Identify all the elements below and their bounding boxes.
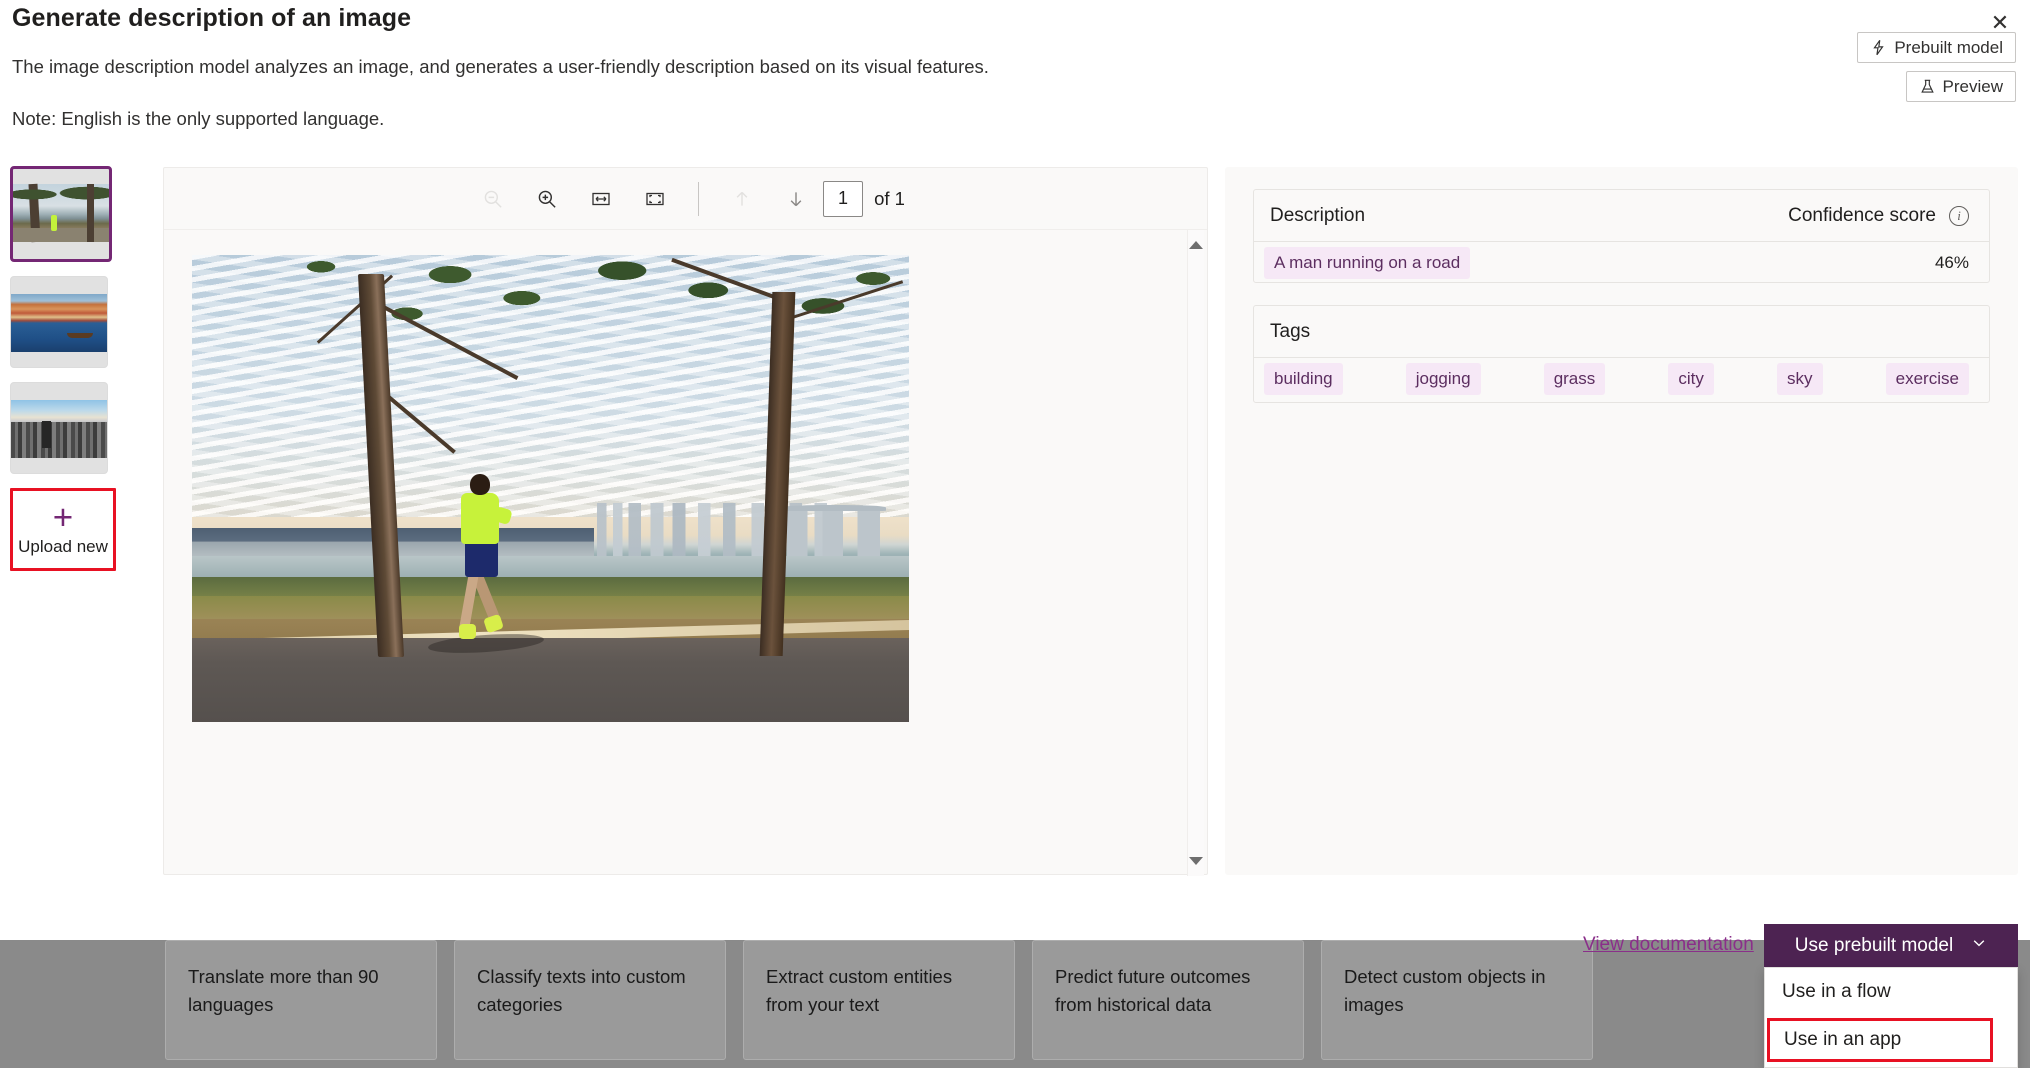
beaker-icon <box>1919 78 1936 95</box>
description-value-chip: A man running on a road <box>1264 247 1470 279</box>
runner-shorts <box>465 540 497 577</box>
thumbnail-rail: + Upload new <box>10 166 118 878</box>
zoom-out-icon[interactable] <box>466 177 520 221</box>
thumbnail-boat <box>67 333 93 338</box>
dialog-note: Note: English is the only supported lang… <box>12 108 384 130</box>
tag-chip: exercise <box>1886 363 1969 395</box>
confidence-score-value: 46% <box>1935 253 1969 273</box>
background-card: Classify texts into custom categories <box>454 940 726 1060</box>
prebuilt-model-badge[interactable]: Prebuilt model <box>1857 32 2016 63</box>
page-title: Generate description of an image <box>12 4 411 33</box>
upload-new-button[interactable]: + Upload new <box>10 488 116 571</box>
results-panel: Description Confidence score i A man run… <box>1225 167 2018 875</box>
generate-description-dialog: Generate description of an image The ima… <box>0 0 2030 940</box>
viewer-scrollbar[interactable] <box>1187 230 1204 876</box>
menu-item-use-in-a-flow[interactable]: Use in a flow <box>1765 968 2017 1016</box>
prebuilt-model-badge-label: Prebuilt model <box>1894 38 2003 58</box>
tag-chip: building <box>1264 363 1343 395</box>
image-viewer-panel: of 1 <box>163 167 1208 875</box>
thumbnail-item-runner-park[interactable] <box>10 166 112 262</box>
photo-runner <box>454 474 519 661</box>
lightning-bolt-icon <box>1870 39 1887 56</box>
tag-chip: grass <box>1544 363 1606 395</box>
chevron-down-icon <box>1971 935 1987 957</box>
tag-chip: sky <box>1777 363 1823 395</box>
viewer-toolbar: of 1 <box>164 168 1207 230</box>
arrow-up-icon[interactable] <box>715 177 769 221</box>
use-prebuilt-model-button[interactable]: Use prebuilt model <box>1764 924 2018 967</box>
background-cards-row: Translate more than 90 languages Classif… <box>0 940 2030 1068</box>
zoom-in-icon[interactable] <box>520 177 574 221</box>
fit-width-icon[interactable] <box>574 177 628 221</box>
thumbnail-tower <box>42 421 51 448</box>
preview-badge[interactable]: Preview <box>1906 71 2016 102</box>
viewer-canvas <box>164 230 1207 876</box>
scroll-up-icon[interactable] <box>1189 241 1203 249</box>
runner-head <box>470 474 489 495</box>
tags-card: Tags building jogging grass city sky exe… <box>1253 305 1990 403</box>
thumbnail-item-city-skyline[interactable] <box>10 382 108 474</box>
fit-page-icon[interactable] <box>628 177 682 221</box>
thumbnail-road <box>13 228 109 242</box>
runner-shoe <box>483 614 504 634</box>
photo-landmark-building <box>787 500 880 558</box>
background-card: Predict future outcomes from historical … <box>1032 940 1304 1060</box>
document-image-runner[interactable] <box>192 255 909 722</box>
thumbnail-buildings <box>11 422 107 458</box>
background-card: Extract custom entities from your text <box>743 940 1015 1060</box>
description-heading: Description <box>1270 205 1365 227</box>
plus-icon: + <box>53 503 73 533</box>
page-total-label: of 1 <box>874 188 905 210</box>
tags-card-header: Tags <box>1254 306 1989 358</box>
photo-foliage <box>192 255 909 451</box>
tags-card-body: building jogging grass city sky exercise <box>1254 358 1989 399</box>
thumbnail-canopy <box>13 184 109 210</box>
thumbnail-image <box>11 400 107 458</box>
thumbnail-item-waterfront-town[interactable] <box>10 276 108 368</box>
page-number-input[interactable] <box>823 181 863 217</box>
thumbnail-runner <box>51 215 57 231</box>
toolbar-divider <box>698 182 699 216</box>
photo-road <box>192 638 909 722</box>
description-card-header: Description Confidence score i <box>1254 190 1989 242</box>
menu-item-use-in-an-app[interactable]: Use in an app <box>1767 1018 1993 1062</box>
description-card-body: A man running on a road 46% <box>1254 242 1989 283</box>
thumbnail-image <box>13 184 109 242</box>
background-card: Translate more than 90 languages <box>165 940 437 1060</box>
tags-heading: Tags <box>1270 321 1310 343</box>
tag-chip: city <box>1668 363 1714 395</box>
background-card: Detect custom objects in images <box>1321 940 1593 1060</box>
use-prebuilt-model-menu: Use in a flow Use in an app <box>1764 967 2018 1068</box>
info-icon[interactable]: i <box>1949 206 1969 226</box>
description-card: Description Confidence score i A man run… <box>1253 189 1990 283</box>
confidence-score-heading: Confidence score <box>1788 205 1936 227</box>
runner-leg <box>459 573 479 630</box>
tag-chip: jogging <box>1406 363 1481 395</box>
view-documentation-link[interactable]: View documentation <box>1583 934 1754 956</box>
scroll-down-icon[interactable] <box>1189 857 1203 865</box>
dialog-subtitle: The image description model analyzes an … <box>12 56 989 78</box>
preview-badge-label: Preview <box>1943 77 2003 97</box>
upload-new-label: Upload new <box>18 537 108 557</box>
thumbnail-image <box>11 294 107 352</box>
runner-shoe <box>459 624 476 639</box>
use-prebuilt-model-label: Use prebuilt model <box>1795 935 1953 957</box>
arrow-down-icon[interactable] <box>769 177 823 221</box>
